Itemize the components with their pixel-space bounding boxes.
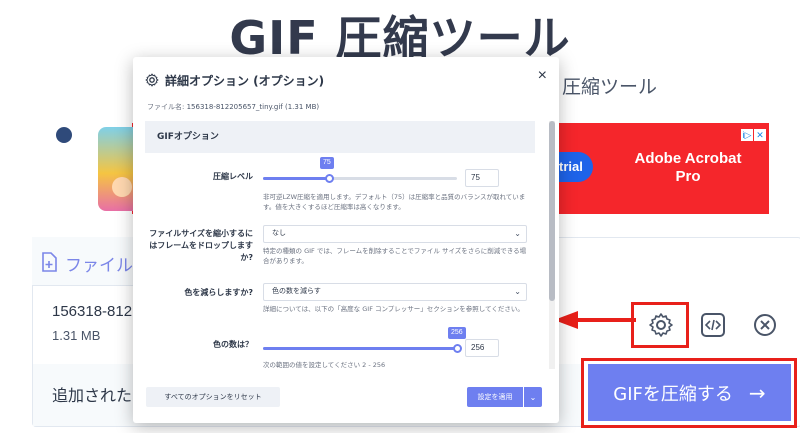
ad-close-icon[interactable]: ✕: [754, 129, 766, 141]
files-header-label: ファイル: [65, 256, 133, 276]
color-count-label: 色の数は？: [213, 340, 253, 349]
modal-filename: ファイル名: 156318-812205657_tiny.gif (1.31 M…: [147, 102, 319, 112]
compression-slider-thumb[interactable]: [324, 174, 334, 183]
chevron-down-icon: ⌄: [514, 287, 521, 296]
close-icon[interactable]: ×: [538, 67, 547, 85]
color-count-input[interactable]: 256: [465, 339, 499, 357]
compression-help-text: 非可逆LZW圧縮を適用します。デフォルト（75）は圧縮率と品質のバランスが取れて…: [263, 193, 526, 211]
reduce-colors-label: 色を減らしますか?: [184, 288, 253, 297]
compression-slider[interactable]: 75: [263, 157, 457, 183]
modal-scrollbar[interactable]: [549, 121, 555, 369]
file-add-icon: [42, 252, 57, 272]
gear-icon: [145, 73, 159, 87]
shield-icon: [56, 127, 72, 143]
drop-frames-help-text: 特定の種類の GIF では、フレームを削除することでファイル サイズをさらに削減…: [263, 247, 527, 265]
color-count-help-text: 次の範囲の値を設定してください 2 - 256: [263, 361, 386, 369]
color-count-slider-value-badge: 256: [448, 327, 466, 339]
modal-scroll-thumb[interactable]: [549, 121, 555, 301]
ad-badges[interactable]: i▷ ✕: [740, 125, 768, 141]
code-icon[interactable]: [700, 312, 726, 338]
chevron-down-icon: ⌄: [514, 229, 521, 238]
apply-settings-button[interactable]: 設定を適用: [467, 387, 523, 407]
compression-slider-fill: [263, 177, 329, 180]
modal-body[interactable]: GIFオプション 圧縮レベル 75 75 非可逆LZW圧縮を適用します。デフォル…: [145, 121, 535, 369]
compress-gif-button[interactable]: GIFを圧縮する →: [588, 364, 791, 421]
color-count-slider-thumb[interactable]: [453, 344, 462, 353]
advanced-options-modal: 詳細オプション (オプション) × ファイル名: 156318-81220565…: [133, 57, 559, 423]
gif-options-section-title: GIFオプション: [145, 121, 535, 153]
apply-dropdown-chevron-icon[interactable]: ⌄: [524, 387, 542, 407]
filename-value: 156318-812205657_tiny.gif (1.31 MB): [186, 103, 320, 111]
ad-artwork-face: [112, 177, 132, 197]
compression-level-label: 圧縮レベル: [213, 172, 253, 181]
compression-level-input[interactable]: 75: [465, 169, 499, 187]
ad-brand-logo: Adobe Acrobat Pro: [634, 150, 742, 185]
remove-icon[interactable]: [752, 312, 778, 338]
arrow-right-icon: →: [748, 380, 766, 405]
drop-frames-select[interactable]: なし ⌄: [263, 225, 527, 243]
page-subtitle: 圧縮ツール: [562, 76, 658, 98]
pointer-arrow-line: [578, 318, 636, 322]
file-size: 1.31 MB: [52, 328, 101, 343]
color-count-slider-fill: [263, 347, 457, 350]
compress-button-label: GIFを圧縮する: [613, 383, 733, 405]
filename-label: ファイル名:: [147, 103, 185, 111]
reduce-colors-help-text: 詳細については、以下の「高度な GIF コンプレッサー」セクションを参照してくだ…: [263, 305, 524, 313]
gear-icon[interactable]: [648, 312, 674, 338]
compression-slider-value-badge: 75: [319, 157, 334, 169]
drop-frames-selected: なし: [272, 230, 286, 237]
added-files-label: 追加された: [52, 386, 133, 405]
reset-options-button[interactable]: すべてのオプションをリセット: [146, 387, 280, 407]
color-count-slider[interactable]: 256: [263, 327, 466, 353]
ad-trial-button[interactable]: trial: [555, 152, 593, 182]
modal-title: 詳細オプション (オプション): [165, 74, 325, 88]
file-name: 156318-812: [52, 303, 133, 320]
reduce-colors-select[interactable]: 色の数を減らす ⌄: [263, 283, 527, 301]
ad-info-icon[interactable]: i▷: [741, 129, 753, 141]
drop-frames-label: ファイルサイズを縮小するにはフレームをドロップしますか?: [149, 229, 253, 262]
reduce-colors-selected: 色の数を減らす: [272, 288, 321, 295]
